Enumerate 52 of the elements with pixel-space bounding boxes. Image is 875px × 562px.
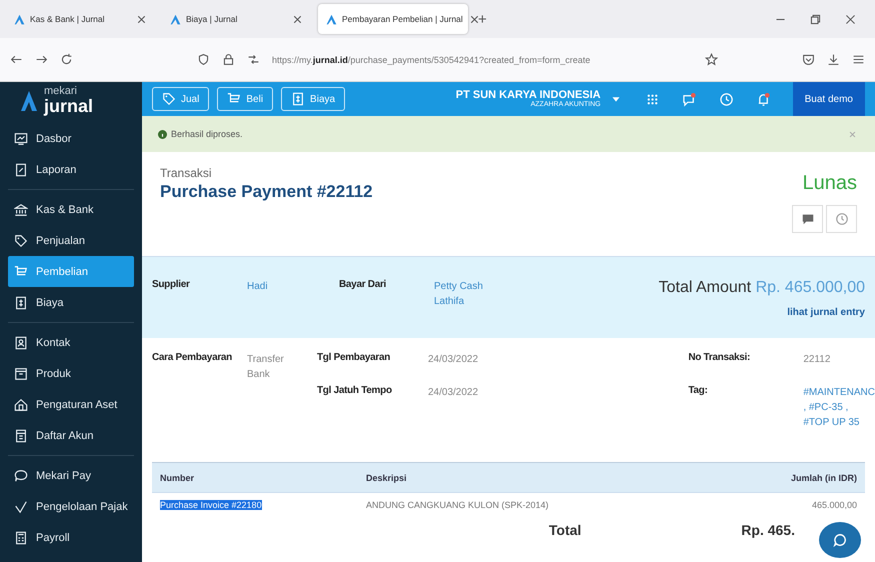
field-value: 24/03/2022: [428, 386, 478, 400]
table-cell-text: ANDUNG CANGKUANG KULON (SPK-2014): [366, 500, 550, 510]
column-header: Deskripsi: [366, 472, 408, 482]
sidebar-item[interactable]: Pengaturan Aset: [8, 389, 134, 420]
sidebar-item[interactable]: Kontak: [8, 327, 134, 358]
field-value: 22112: [803, 353, 830, 367]
column-header: Jumlah (in IDR): [790, 472, 857, 482]
status-label: Lunas: [802, 172, 857, 195]
sidebar-item[interactable]: Biaya: [8, 287, 134, 318]
field-label: Cara Pembayaran: [152, 352, 233, 365]
tag-link[interactable]: #TOP UP 35: [803, 415, 875, 430]
field-label: Tgl Pembayaran: [317, 352, 392, 365]
field-label: Tag:: [688, 385, 708, 398]
new-tab-button[interactable]: +: [478, 10, 487, 28]
field-label: No Transaksi:: [688, 352, 751, 365]
field-label: Bayar Dari: [339, 279, 388, 292]
sidebar-item[interactable]: Produk: [8, 358, 134, 389]
field-value: Transfer: [247, 353, 285, 367]
invoice-link[interactable]: Purchase Invoice #22180: [160, 500, 262, 510]
field-value: Bank: [247, 368, 271, 382]
field-value: Petty Cash: [434, 280, 484, 294]
total-amount: Rp. 465.: [741, 522, 795, 538]
browser-tab[interactable]: Biaya | Jurnal: [162, 4, 312, 34]
sidebar-item[interactable]: Payroll: [8, 522, 134, 553]
sidebar-item[interactable]: Pengelolaan Pajak: [8, 491, 134, 522]
total-amount: Rp. 465.000,00: [756, 279, 865, 296]
table-cell: 465.000,00: [812, 500, 857, 510]
sidebar-item[interactable]: Mekari Pay: [8, 460, 134, 491]
journal-link[interactable]: lihat jurnal entry: [787, 307, 865, 318]
address-url[interactable]: https://my.jurnal.id/purchase_payments/530542941?created_from=form_create: [272, 54, 590, 64]
sidebar-item[interactable]: Laporan: [8, 154, 134, 185]
total-label: Total Amount: [658, 279, 752, 296]
demo-button[interactable]: Buat demo: [792, 82, 865, 116]
section-label: Transaksi: [160, 166, 213, 180]
field-label: Tgl Jatuh Tempo: [317, 385, 393, 398]
field-value: Hadi: [247, 280, 269, 294]
tag-link[interactable]: #MAINTENANC: [803, 385, 875, 400]
alert-message: Berhasil diproses.: [171, 129, 243, 139]
sidebar-item[interactable]: Penjualan: [8, 225, 134, 256]
column-header: Number: [160, 472, 196, 482]
sidebar-item[interactable]: Daftar Akun: [8, 420, 134, 451]
transaction-title: Purchase Payment #22112: [160, 182, 374, 202]
total-label: Total: [548, 522, 582, 538]
tag-link[interactable]: , #PC-35 ,: [803, 400, 875, 415]
logo-text: jurnal: [44, 97, 94, 115]
logo-text: mekari: [44, 86, 78, 97]
field-value: Lathifa: [434, 295, 466, 309]
sidebar-item[interactable]: Kas & Bank: [8, 194, 134, 225]
sidebar-item[interactable]: Dasbor: [8, 123, 134, 154]
field-label: Supplier: [152, 279, 191, 292]
browser-tab[interactable]: Kas & Bank | Jurnal: [6, 4, 156, 34]
field-value: 24/03/2022: [428, 353, 478, 367]
